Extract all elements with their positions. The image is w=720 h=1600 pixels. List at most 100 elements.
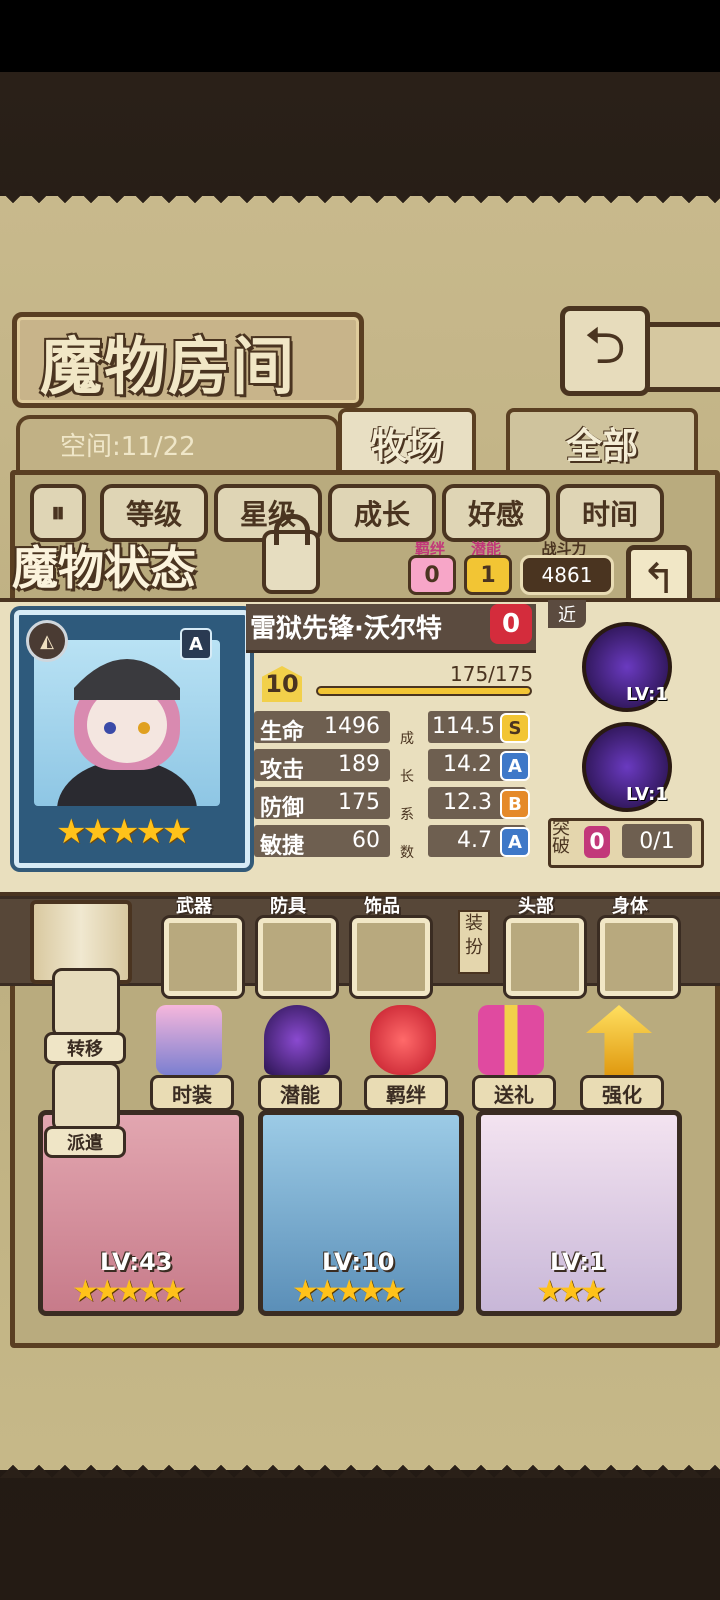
weapon-slot[interactable] xyxy=(164,918,242,996)
costume-icon xyxy=(156,1005,222,1075)
grade-badge: A xyxy=(500,751,530,781)
armor-slot[interactable] xyxy=(258,918,336,996)
slot-label-body: 身体 xyxy=(612,896,648,917)
rank-badge: A xyxy=(180,628,212,660)
filter-label: 时间 xyxy=(581,498,638,531)
growth-value: 12.3 xyxy=(443,790,492,815)
stat-label: 防御 xyxy=(260,796,305,821)
card-stars: ★★★ xyxy=(536,1274,607,1309)
back-button[interactable]: ⮌ xyxy=(560,306,650,396)
stat-value: 60 xyxy=(352,828,380,853)
potential-label: 潜能 xyxy=(258,1075,342,1111)
torn-edge-bottom xyxy=(0,1452,720,1478)
growth-caption: 成 xyxy=(400,731,414,747)
slot-label-head: 头部 xyxy=(518,896,554,917)
stat-label: 攻击 xyxy=(260,758,305,783)
space-count: 空间:11/22 xyxy=(60,432,196,462)
tab-all-label: 全部 xyxy=(565,426,638,467)
hp-text: 175/175 xyxy=(450,662,534,686)
sort-icon: ⏸ xyxy=(50,496,65,529)
gift-button[interactable]: 送礼 xyxy=(472,1005,556,1111)
breakthrough-count: 0 xyxy=(584,826,610,858)
potential-value: 1 xyxy=(464,555,512,595)
costume-label: 时装 xyxy=(150,1075,234,1111)
skill-level: LV:1 xyxy=(626,684,668,705)
growth-value: 14.2 xyxy=(443,752,492,777)
bond-hearts-icon xyxy=(370,1005,436,1075)
stat-label: 生命 xyxy=(260,720,305,745)
monster-portrait xyxy=(34,640,220,860)
affection-value: 0 xyxy=(501,609,521,639)
stat-label: 敏捷 xyxy=(260,834,305,859)
dispatch-button[interactable]: 派遣 xyxy=(44,1062,126,1158)
filter-affection[interactable]: 好感 xyxy=(442,484,550,542)
card-level: LV:43 xyxy=(100,1248,173,1276)
head-slot[interactable] xyxy=(506,918,584,996)
filter-time[interactable]: 时间 xyxy=(556,484,664,542)
growth-value: 4.7 xyxy=(457,828,492,853)
affection-heart-icon: 0 xyxy=(490,604,532,644)
skill-level: LV:1 xyxy=(626,784,668,805)
stat-value: 189 xyxy=(338,752,380,777)
class-icon: ◭ xyxy=(26,620,68,662)
growth-caption: 系 xyxy=(400,807,414,823)
card-level: LV:10 xyxy=(322,1248,395,1276)
monster-avatar-art xyxy=(57,659,197,860)
return-arrow-icon: ⮌ xyxy=(584,315,626,376)
slot-label-armor: 防具 xyxy=(270,896,306,917)
monster-name: 雷狱先锋·沃尔特 xyxy=(250,614,442,644)
gift-label: 送礼 xyxy=(472,1075,556,1111)
growth-caption: 数 xyxy=(400,845,414,861)
stat-value: 1496 xyxy=(324,714,380,739)
breakthrough-label: 突破 xyxy=(552,818,570,857)
enhance-label: 强化 xyxy=(580,1075,664,1111)
return-arrow-icon: ↰ xyxy=(641,553,677,603)
card-level: LV:1 xyxy=(550,1248,606,1276)
tab-ranch-label: 牧场 xyxy=(370,426,443,467)
lock-icon[interactable] xyxy=(262,514,320,594)
enhance-button[interactable]: 强化 xyxy=(580,1005,664,1111)
status-bar xyxy=(0,0,720,72)
card-stars: ★★★★★ xyxy=(72,1274,187,1309)
page-title: 魔物房间 xyxy=(40,330,297,403)
gift-icon xyxy=(478,1005,544,1075)
filter-growth[interactable]: 成长 xyxy=(328,484,436,542)
stat-value: 175 xyxy=(338,790,380,815)
dispatch-label: 派遣 xyxy=(44,1126,126,1158)
card-stars: ★★★★★ xyxy=(292,1274,407,1309)
filter-label: 等级 xyxy=(125,498,182,531)
body-slot[interactable] xyxy=(600,918,678,996)
breakthrough-progress: 0/1 xyxy=(622,824,692,858)
status-title: 魔物状态 xyxy=(12,541,196,595)
bond-label-btn: 羁绊 xyxy=(364,1075,448,1111)
growth-caption: 长 xyxy=(400,769,414,785)
torn-edge-top xyxy=(0,190,720,216)
tab-ranch[interactable]: 牧场 xyxy=(338,408,476,474)
potential-button[interactable]: 潜能 xyxy=(258,1005,342,1111)
transfer-label: 转移 xyxy=(44,1032,126,1064)
slot-label-weapon: 武器 xyxy=(176,896,212,917)
tab-all[interactable]: 全部 xyxy=(506,408,698,474)
potential-icon xyxy=(264,1005,330,1075)
accessory-slot[interactable] xyxy=(352,918,430,996)
bond-button[interactable]: 羁绊 xyxy=(364,1005,448,1111)
power-value: 4861 xyxy=(520,555,614,595)
dispatch-icon xyxy=(52,1062,120,1132)
back-button-bar xyxy=(640,322,720,392)
enhance-arrow-icon xyxy=(586,1005,652,1075)
hp-bar-fill xyxy=(318,688,530,694)
grade-badge: A xyxy=(500,827,530,857)
grade-badge: B xyxy=(500,789,530,819)
growth-value: 114.5 xyxy=(432,714,495,739)
filter-label: 成长 xyxy=(353,498,410,531)
slot-label-accessory: 饰品 xyxy=(364,896,400,917)
transfer-button[interactable]: 转移 xyxy=(44,968,126,1064)
costume-button[interactable]: 时装 xyxy=(150,1005,234,1111)
range-badge: 近 xyxy=(548,600,586,628)
dress-label: 装扮 xyxy=(458,910,490,974)
star-rating: ★★★★★ xyxy=(56,812,192,852)
filter-label: 好感 xyxy=(467,498,524,531)
transfer-icon xyxy=(52,968,120,1038)
bond-value: 0 xyxy=(408,555,456,595)
grade-badge: S xyxy=(500,713,530,743)
